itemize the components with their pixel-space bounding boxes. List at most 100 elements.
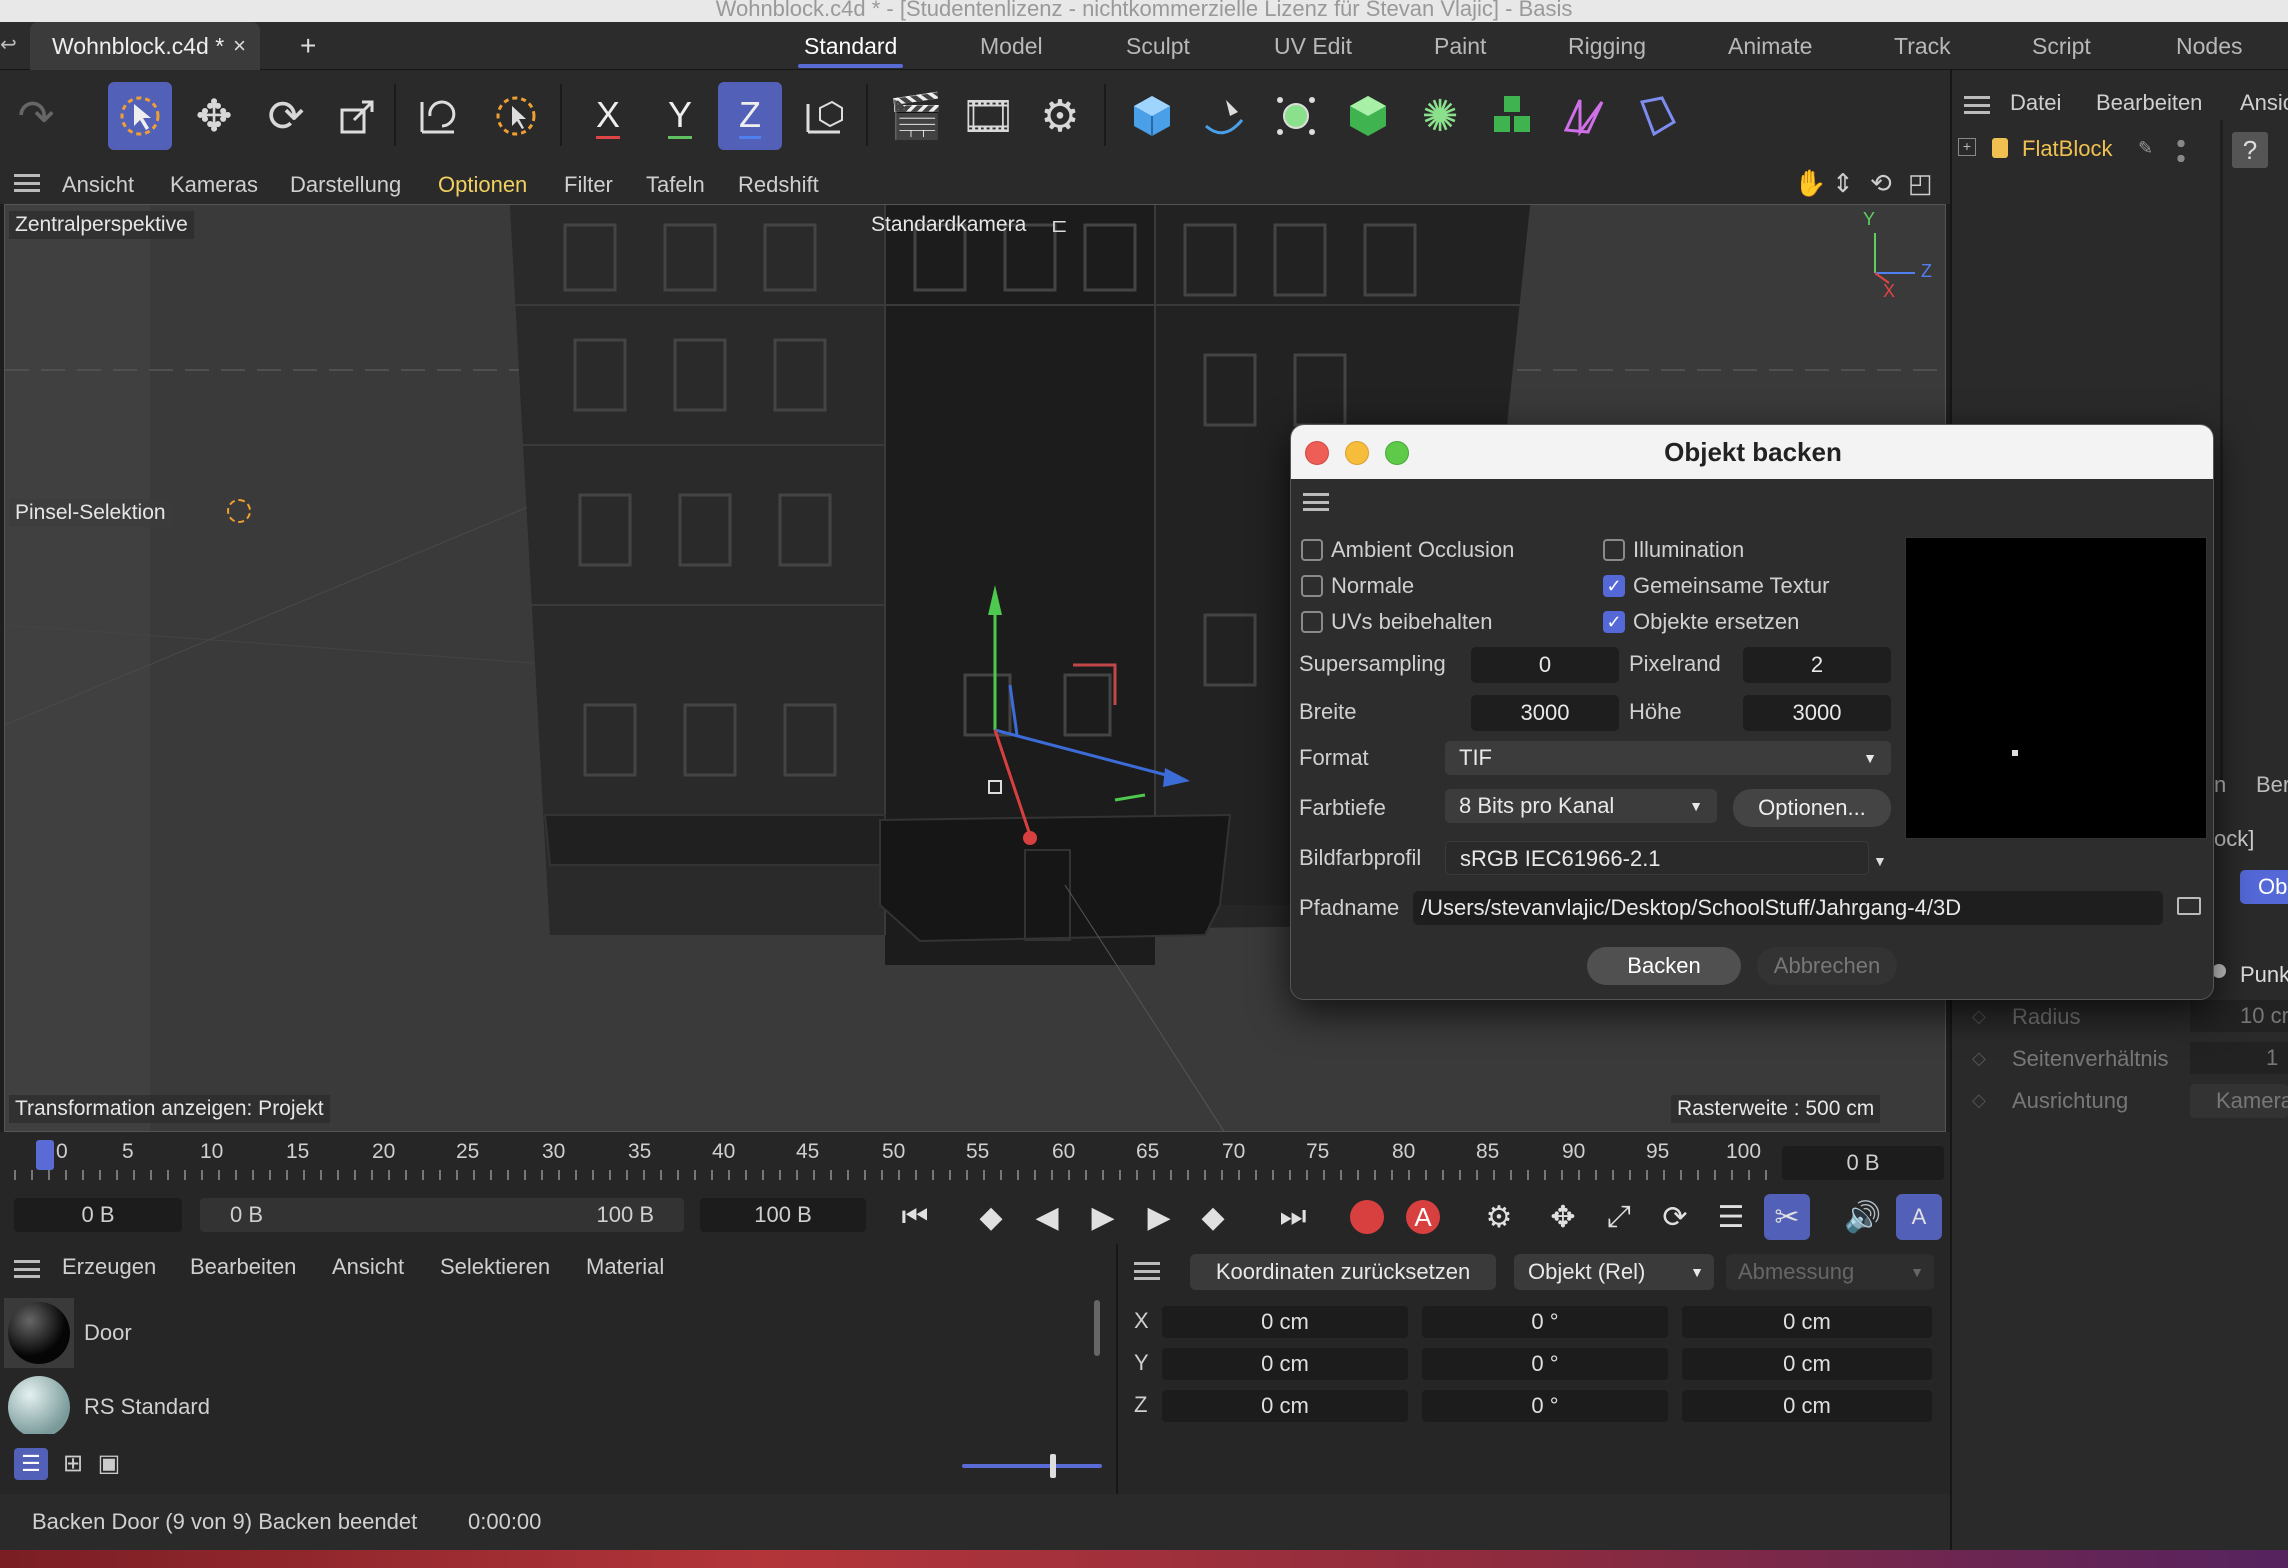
layout-tab-paint[interactable]: Paint [1434,22,1486,70]
current-frame-field[interactable]: 0 B [1782,1146,1944,1180]
thumbnail-size-slider[interactable] [962,1464,1102,1468]
layout-tab-model[interactable]: Model [980,22,1043,70]
position-y-field[interactable]: 0 cm [1162,1348,1408,1380]
extrude-generator-icon[interactable] [1336,82,1400,150]
render-picture-viewer-icon[interactable]: 🎞 [956,82,1020,150]
keep-uvs-checkbox[interactable] [1301,611,1323,633]
keyframe-diamond-icon[interactable]: ◇ [1972,1048,1986,1069]
key-rotation-icon[interactable]: ⟳ [1652,1194,1698,1240]
deformer-bend-icon[interactable] [1552,82,1616,150]
next-frame-icon[interactable]: ▶ [1136,1194,1182,1240]
prev-frame-icon[interactable]: ◀ [1024,1194,1070,1240]
size-x-field[interactable]: 0 cm [1682,1306,1932,1338]
redo-icon[interactable]: ↷ [4,82,68,150]
attr-aspect-field[interactable]: 1 [2190,1042,2288,1074]
visibility-dots-icon[interactable] [2176,136,2186,166]
dolly-move-icon[interactable]: ⇕ [1832,168,1854,199]
layout-tab-standard[interactable]: Standard [797,22,904,70]
layout-tab-track[interactable]: Track [1894,22,1951,70]
reset-coordinates-button[interactable]: Koordinaten zurücksetzen [1190,1254,1496,1290]
mograph-cubes-icon[interactable] [1480,82,1544,150]
object-manager-hamburger-icon[interactable] [1964,96,1990,114]
material-item[interactable] [4,1372,74,1434]
pixelrand-field[interactable]: 2 [1743,647,1891,683]
minimize-window-icon[interactable] [1345,441,1369,465]
pathname-field[interactable]: /Users/stevanvlajic/Desktop/SchoolStuff/… [1413,891,2163,925]
cancel-button[interactable]: Abbrechen [1757,947,1897,985]
layout-tab-nodes[interactable]: Nodes [2176,22,2242,70]
key-position-icon[interactable]: ✥ [1540,1194,1586,1240]
supersampling-field[interactable]: 0 [1471,647,1619,683]
menu-redshift[interactable]: Redshift [738,166,819,204]
back-arrow-icon[interactable]: ↩ [0,32,17,57]
live-selection-icon[interactable] [484,82,548,150]
attr-points-label[interactable]: Punk [2240,962,2288,988]
large-view-icon[interactable]: ▣ [92,1448,126,1480]
format-dropdown[interactable]: TIF ▼ [1445,741,1891,775]
key-pla-icon[interactable]: ✂ [1764,1194,1810,1240]
coordinate-system-icon[interactable] [792,82,856,150]
zoom-window-icon[interactable] [1385,441,1409,465]
shared-texture-checkbox[interactable]: ✓ [1603,575,1625,597]
sound-icon[interactable]: 🔊 [1840,1194,1886,1240]
viewport-camera-label[interactable]: Standardkamera [865,211,1032,239]
spline-pen-icon[interactable] [1192,82,1256,150]
select-tool-icon[interactable] [108,82,172,150]
material-name-door[interactable]: Door [84,1320,132,1346]
layout-tab-uv-edit[interactable]: UV Edit [1274,22,1352,70]
size-y-field[interactable]: 0 cm [1682,1348,1932,1380]
autokey-icon[interactable]: A [1400,1194,1446,1240]
slider-handle[interactable] [1050,1454,1056,1478]
expand-icon[interactable]: + [1958,138,1976,156]
document-tab[interactable]: Wohnblock.c4d * × [30,22,260,70]
pan-hand-icon[interactable]: ✋ [1794,168,1826,199]
new-tab-button[interactable]: + [300,22,316,70]
timeline-playhead[interactable] [36,1140,54,1170]
keyframe-diamond-icon[interactable]: ◇ [1972,1090,1986,1111]
axis-z-lock-button[interactable]: Z [718,82,782,150]
mat-menu-selektieren[interactable]: Selektieren [440,1254,550,1280]
timeline-ruler[interactable] [14,1170,1774,1180]
subdivision-surface-icon[interactable] [1264,82,1328,150]
menu-tafeln[interactable]: Tafeln [646,166,705,204]
timeline-mode-icon[interactable]: A [1896,1194,1942,1240]
dialog-hamburger-icon[interactable] [1303,493,1329,511]
size-mode-dropdown[interactable]: Abmessung ▼ [1726,1254,1934,1290]
rotation-p-field[interactable]: 0 ° [1422,1348,1668,1380]
menu-darstellung[interactable]: Darstellung [290,166,401,204]
format-options-button[interactable]: Optionen... [1733,789,1891,827]
attr-tab-object[interactable]: Ob [2240,870,2288,904]
close-window-icon[interactable] [1305,441,1329,465]
cloner-gear-icon[interactable]: ✺ [1408,82,1472,150]
material-item[interactable] [4,1298,74,1368]
cube-object-icon[interactable] [1120,82,1184,150]
field-tag-icon[interactable] [1624,82,1688,150]
chevron-down-icon[interactable]: ▼ [1873,853,1887,869]
render-view-icon[interactable]: 🎬 [884,82,948,150]
close-tab-icon[interactable]: × [233,22,246,70]
layout-tab-script[interactable]: Script [2032,22,2091,70]
color-profile-dropdown[interactable]: sRGB IEC61966-2.1 [1445,841,1869,875]
goto-end-icon[interactable]: ⏭ [1270,1194,1316,1240]
help-icon[interactable]: ? [2232,132,2268,168]
play-icon[interactable]: ▶ [1080,1194,1126,1240]
position-z-field[interactable]: 0 cm [1162,1390,1408,1422]
menu-filter[interactable]: Filter [564,166,613,204]
prev-key-icon[interactable]: ◆ [968,1194,1014,1240]
om-menu-datei[interactable]: Datei [2010,90,2061,116]
key-settings-icon[interactable]: ⚙ [1476,1194,1522,1240]
mat-menu-material[interactable]: Material [586,1254,664,1280]
material-hamburger-icon[interactable] [14,1260,40,1278]
keyframe-diamond-icon[interactable]: ◇ [1972,1006,1986,1027]
coordinate-mode-dropdown[interactable]: Objekt (Rel) ▼ [1514,1254,1714,1290]
menu-optionen[interactable]: Optionen [438,166,527,204]
transform-tool-icon[interactable] [406,82,470,150]
material-scrollbar[interactable] [1094,1300,1100,1356]
menu-ansicht[interactable]: Ansicht [62,166,134,204]
rotate-tool-icon[interactable]: ⟳ [254,82,318,150]
axis-y-lock-button[interactable]: Y [648,82,712,150]
move-tool-icon[interactable]: ✥ [182,82,246,150]
folder-icon[interactable] [2177,897,2201,915]
orbit-icon[interactable]: ⟲ [1870,168,1892,199]
ambient-occlusion-checkbox[interactable] [1301,539,1323,561]
